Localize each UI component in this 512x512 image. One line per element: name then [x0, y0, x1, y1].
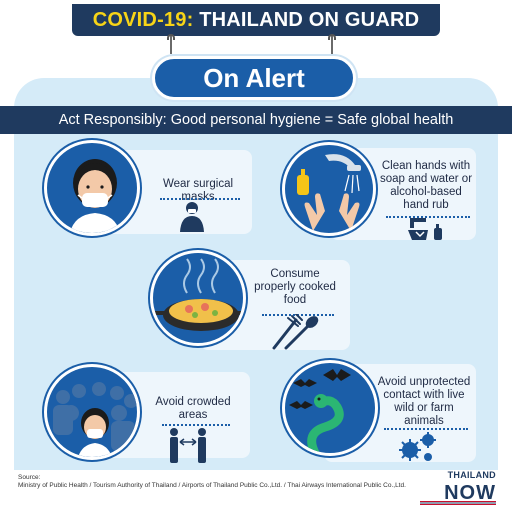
- sink-icon: [408, 218, 442, 240]
- hand-washing-icon: [282, 142, 376, 236]
- page-title: COVID-19: THAILAND ON GUARD: [93, 9, 420, 32]
- tip-label-food: Consume properly cooked food: [254, 268, 336, 306]
- source-text: Ministry of Public Health / Tourism Auth…: [18, 482, 406, 489]
- thailand-now-logo: THAILAND NOW: [420, 470, 500, 506]
- tip-label-crowds: Avoid crowded areas: [155, 396, 231, 421]
- cooked-food-icon: [150, 250, 246, 346]
- hygiene-banner: Act Responsibly: Good personal hygiene =…: [0, 106, 512, 134]
- source-note: Source: Ministry of Public Health / Tour…: [18, 474, 406, 490]
- alert-label: On Alert: [203, 62, 305, 93]
- banner-text: Act Responsibly: Good personal hygiene =…: [58, 112, 454, 128]
- mask-person-icon: [44, 140, 140, 236]
- title-suffix: THAILAND ON GUARD: [193, 8, 420, 31]
- infographic: COVID-19: THAILAND ON GUARD On Alert Act…: [0, 0, 512, 512]
- header-bar: COVID-19: THAILAND ON GUARD: [72, 4, 440, 36]
- title-prefix: COVID-19:: [92, 8, 194, 31]
- tip-label-hands: Clean hands with soap and water or alcoh…: [379, 160, 473, 211]
- hanger-right: [331, 36, 333, 54]
- flag-stripes: [420, 501, 496, 505]
- hanger-left: [170, 36, 172, 54]
- mask-wearer-icon: [180, 202, 204, 232]
- fork-spoon-icon: [272, 314, 319, 350]
- alert-sign: On Alert: [152, 56, 356, 100]
- source-title: Source:: [18, 474, 41, 481]
- animals-icon: [282, 360, 378, 456]
- tip-label-animals: Avoid unprotected contact with live wild…: [377, 376, 471, 427]
- virus-icon: [399, 432, 436, 461]
- crowd-icon: [44, 364, 140, 460]
- distance-people-icon: [170, 428, 206, 463]
- logo-top-text: THAILAND: [447, 470, 496, 480]
